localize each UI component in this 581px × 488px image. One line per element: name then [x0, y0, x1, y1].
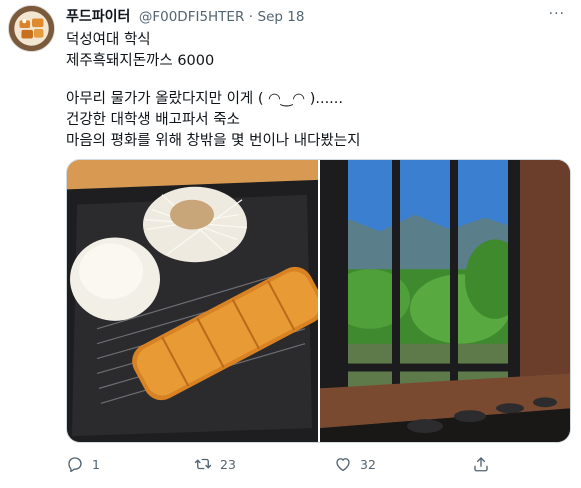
tweet-actions: 1 23 32 [66, 455, 506, 479]
user-handle[interactable]: @F00DFI5HTER [139, 9, 244, 25]
photo-tonkatsu[interactable] [67, 160, 318, 442]
tweet-header: 푸드파이터 @F00DFI5HTER · Sep 18 [66, 6, 304, 26]
retweet-button[interactable]: 23 [194, 455, 236, 473]
tweet-line: 아무리 물가가 올랐다지만 이게 ( ◠‿◠ )...... [66, 91, 344, 107]
reply-icon [68, 457, 82, 473]
retweet-icon [194, 458, 212, 470]
like-count: 32 [360, 456, 376, 472]
avatar[interactable] [8, 5, 55, 52]
more-options-button[interactable]: ··· [549, 6, 565, 22]
tweet-line: 제주흑돼지돈까스 6000 [66, 53, 215, 69]
tonkatsu-meal-photo-icon [67, 160, 318, 442]
cafeteria-window-view-photo-icon [320, 160, 570, 442]
reply-count: 1 [92, 456, 100, 472]
photo-window-view[interactable] [320, 160, 570, 442]
reply-button[interactable]: 1 [66, 455, 100, 473]
tweet-line: 건강한 대학생 배고파서 죽소 [66, 112, 240, 128]
heart-icon [336, 458, 350, 472]
media-grid [66, 159, 571, 443]
avatar-food-icon [9, 6, 54, 51]
like-button[interactable]: 32 [334, 455, 376, 473]
share-icon [474, 457, 488, 472]
retweet-count: 23 [220, 456, 236, 472]
tweet-date[interactable]: Sep 18 [258, 9, 305, 25]
display-name[interactable]: 푸드파이터 [66, 9, 130, 25]
tweet-line: 덕성여대 학식 [66, 32, 151, 48]
separator-dot: · [248, 9, 254, 25]
tweet-text: 덕성여대 학식 제주흑돼지돈까스 6000 아무리 물가가 올랐다지만 이게 (… [66, 30, 566, 152]
share-button[interactable] [472, 455, 490, 473]
tweet-line: 마음의 평화를 위해 창밖을 몇 번이나 내다봤는지 [66, 133, 361, 149]
